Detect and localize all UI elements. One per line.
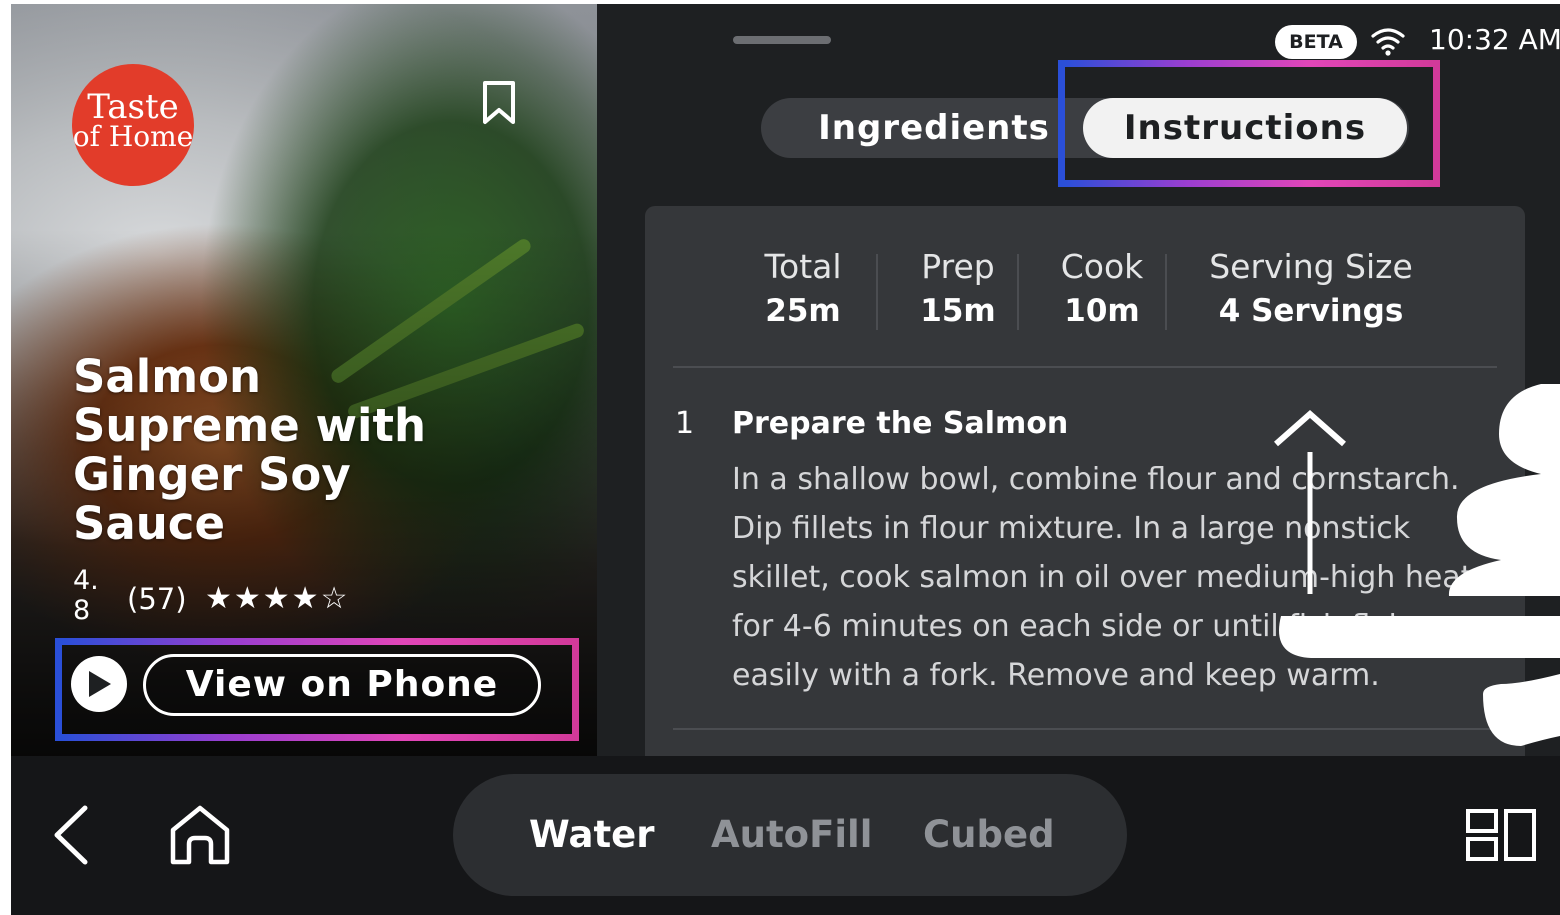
stat-cook: Cook 10m [1037, 246, 1167, 334]
status-time: 10:32 AM [1429, 23, 1560, 56]
stat-value: 15m [920, 293, 996, 329]
ice-mode-selector: Water AutoFill Cubed [453, 774, 1127, 896]
stat-total: Total 25m [747, 246, 859, 334]
divider [673, 366, 1497, 368]
tab-ingredients[interactable]: Ingredients [779, 98, 1089, 158]
step-number: 1 [675, 406, 695, 441]
swipe-up-hand-icon [1274, 384, 1560, 746]
home-icon[interactable] [167, 804, 233, 866]
recipe-title: Salmon Supreme with Ginger Soy Sauce [73, 350, 426, 550]
stat-label: Cook [1060, 247, 1144, 286]
rating-stars: ★★★★☆ [205, 581, 350, 616]
fridge-screen: Taste of Home Salmon Supreme with Ginger… [11, 4, 1560, 915]
highlight-box [1058, 60, 1440, 187]
stat-serving-size: Serving Size 4 Servings [1191, 246, 1431, 334]
bookmark-icon[interactable] [481, 80, 517, 126]
brand-logo: Taste of Home [72, 64, 194, 186]
stat-value: 10m [1064, 293, 1140, 329]
beta-badge: BETA [1275, 25, 1357, 59]
back-icon[interactable] [51, 804, 91, 866]
recipe-hero-image: Taste of Home Salmon Supreme with Ginger… [11, 4, 597, 756]
stat-label: Prep [921, 247, 995, 286]
bottom-bar: Water AutoFill Cubed [11, 756, 1560, 915]
brand-logo-line1: Taste [87, 87, 179, 127]
mode-autofill[interactable]: AutoFill [711, 774, 872, 896]
mode-cubed[interactable]: Cubed [923, 774, 1055, 896]
rating-score: 4. 8 [73, 565, 99, 626]
brand-logo-line2: of Home [72, 120, 194, 153]
stat-prep: Prep 15m [897, 246, 1019, 334]
stat-value: 25m [765, 293, 841, 329]
divider [1017, 254, 1019, 330]
mode-water[interactable]: Water [529, 774, 655, 896]
highlight-box [55, 638, 579, 741]
drag-handle[interactable] [733, 36, 831, 44]
divider [1165, 254, 1167, 330]
divider [876, 254, 878, 330]
recent-apps-icon[interactable] [1465, 808, 1537, 862]
wifi-icon [1371, 28, 1405, 56]
stat-label: Serving Size [1209, 247, 1413, 286]
step-title: Prepare the Salmon [732, 406, 1069, 441]
view-on-phone-row: View on Phone [55, 638, 579, 741]
rating-count: (57) [127, 582, 187, 616]
stat-label: Total [764, 247, 842, 286]
stat-value: 4 Servings [1218, 293, 1404, 329]
